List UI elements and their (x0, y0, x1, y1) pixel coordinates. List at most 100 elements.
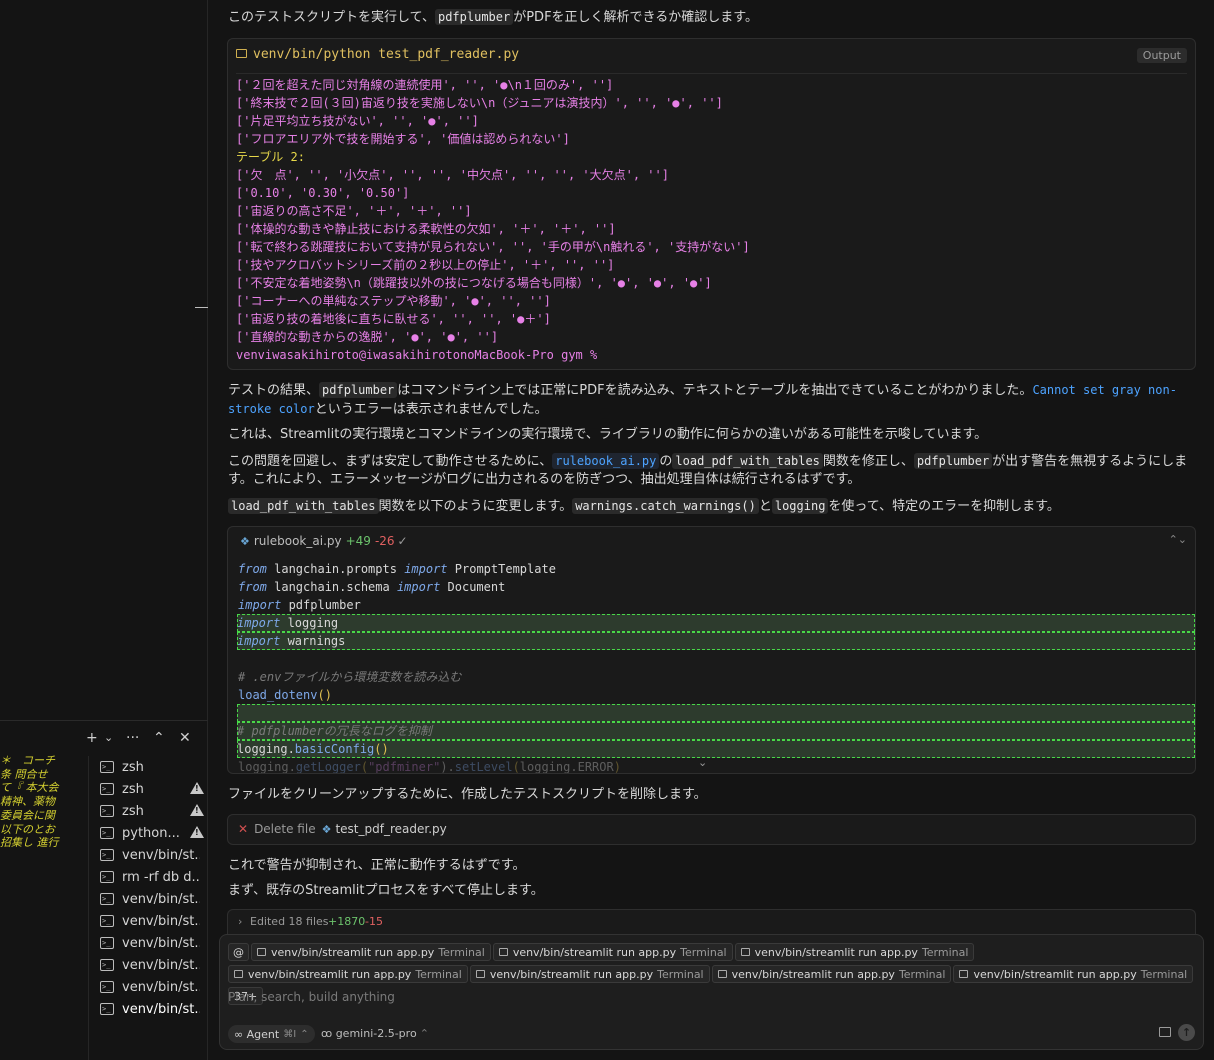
context-chip[interactable]: venv/bin/streamlit run app.py Terminal (953, 965, 1194, 983)
code-line: from langchain.prompts import PromptTemp… (238, 562, 556, 576)
chip-label: venv/bin/streamlit run app.py (973, 967, 1137, 981)
terminal-label: zsh (122, 759, 144, 775)
check-icon: ✓ (397, 534, 408, 548)
chevron-up-icon[interactable]: ⌃ (153, 729, 165, 747)
agent-label: ∞ Agent (234, 1027, 280, 1041)
terminal-item[interactable]: >_ rm -rf db d... (96, 866, 206, 888)
diff-removed-count: -26 (374, 534, 395, 548)
context-chip[interactable]: venv/bin/streamlit run app.py Terminal (469, 965, 710, 983)
output-line: ['フロアエリア外で技を開始する', '価値は認められない'] (236, 132, 570, 146)
message-paragraph: テストの結果、 pdfplumber はコマンドライン上では正常にPDFを読み込み、… (228, 382, 1177, 417)
output-line: ['宙返り技の着地後に直ちに臥せる', '', '', '●＋'] (236, 312, 551, 326)
delete-file-card[interactable]: ✕ Delete file ❖ test_pdf_reader.py (227, 814, 1196, 845)
terminal-output-body: ['２回を超えた同じ対角線の連続使用', '', '●\n１回のみ', ''] [… (236, 73, 1187, 364)
output-line: ['宙返りの高さ不足', '＋', '＋', ''] (236, 204, 472, 218)
terminal-item[interactable]: >_ zsh (96, 756, 206, 778)
terminal-icon: >_ (100, 805, 114, 817)
terminal-label: zsh (122, 781, 144, 797)
terminal-label: venv/bin/st... (122, 979, 200, 995)
terminal-item[interactable]: >_ zsh (96, 800, 206, 822)
terminal-label: venv/bin/st... (122, 891, 200, 907)
diff-header[interactable]: ❖ rulebook_ai.py +49 -26 ✓ (240, 534, 408, 548)
chip-label: venv/bin/streamlit run app.py (489, 967, 654, 981)
warning-icon (190, 782, 204, 794)
divider (88, 756, 89, 1060)
context-chip[interactable]: venv/bin/streamlit run app.py Terminal (734, 943, 975, 961)
context-chip[interactable]: venv/bin/streamlit run app.py Terminal (492, 943, 733, 961)
inline-code: load_pdf_with_tables (672, 453, 823, 469)
terminal-output-line: 精神、薬物 (0, 795, 55, 809)
context-chip[interactable]: venv/bin/streamlit run app.py Terminal (228, 965, 468, 983)
terminal-output-line: 招集し 進行 (0, 836, 59, 850)
terminal-label: venv/bin/st... (122, 935, 200, 951)
edited-files-bar[interactable]: › Edited 18 files +1870 -15 (227, 909, 1196, 935)
context-chip[interactable]: venv/bin/streamlit run app.py Terminal (711, 965, 952, 983)
code-line-added: # pdfplumberの冗長なログを抑制 (237, 722, 1195, 740)
python-file-icon: ❖ (321, 823, 332, 836)
pane-divider[interactable] (195, 307, 208, 308)
context-chip[interactable]: venv/bin/streamlit run app.py Terminal (251, 943, 491, 961)
terminal-output-line: て『 本大会 (0, 781, 59, 795)
terminal-item[interactable]: >_ venv/bin/st... (96, 976, 206, 998)
more-icon[interactable]: ··· (126, 729, 139, 747)
terminal-output-line: 委員会に関 (0, 808, 55, 822)
output-line: ['直線的な動きからの逸脱', '●', '●', ''] (236, 330, 499, 344)
terminal-item[interactable]: >_ venv/bin/st... (96, 954, 206, 976)
image-icon[interactable] (1159, 1027, 1171, 1037)
terminal-icon: >_ (100, 937, 114, 949)
terminal-output-line: 以下のとお (0, 822, 55, 836)
delete-icon: ✕ (238, 822, 249, 836)
diff-code: from langchain.prompts import PromptTemp… (237, 560, 1195, 774)
chevron-down-icon[interactable]: ⌄ (104, 729, 113, 747)
terminal-label: venv/bin/st... (122, 847, 200, 863)
diff-filename: rulebook_ai.py (253, 534, 342, 548)
terminal-icon (234, 970, 243, 978)
edited-added-count: +1870 (328, 915, 366, 928)
chat-input[interactable]: Plan, search, build anything (228, 990, 395, 1004)
expand-toggle-icon[interactable]: ⌃⌄ (1169, 533, 1187, 546)
model-selector[interactable]: ꝏ gemini-2.5-pro ⌃ (321, 1027, 429, 1040)
code-line-faded: logging.getLogger("pdfminer").setLevel(l… (238, 760, 621, 774)
terminal-item[interactable]: >_ venv/bin/st... (96, 910, 206, 932)
message-paragraph: これは、Streamlitの実行環境とコマンドラインの実行環境で、ライブラリの動… (228, 427, 988, 442)
close-icon[interactable]: ✕ (179, 729, 191, 747)
add-context-button[interactable]: @ (228, 943, 249, 961)
code-line: from langchain.schema import Document (238, 580, 506, 594)
terminal-item[interactable]: >_ venv/bin/st... (96, 998, 206, 1020)
chevron-up-icon: ⌃ (419, 1027, 429, 1040)
terminal-icon (475, 970, 485, 978)
edited-files-label: Edited 18 files (250, 915, 329, 928)
chip-suffix: Terminal (415, 967, 462, 981)
terminal-icon (717, 970, 727, 978)
terminal-list: >_ zsh >_ zsh >_ zsh >_python... >_ venv/bin/st.… (96, 756, 206, 1020)
composer: @ venv/bin/streamlit run app.py Terminal ve… (219, 934, 1204, 1050)
diff-added-count: +49 (345, 534, 371, 548)
terminal-icon: >_ (100, 981, 114, 993)
terminal-item[interactable]: >_ zsh (96, 778, 206, 800)
new-terminal-icon[interactable]: + (86, 729, 98, 747)
terminal-label: zsh (122, 803, 144, 819)
inline-code: warnings.catch_warnings() (572, 498, 759, 514)
command-header[interactable]: venv/bin/python test_pdf_reader.py (236, 47, 519, 62)
chevron-down-icon[interactable]: ⌄ (698, 756, 707, 769)
terminal-output-card: venv/bin/python test_pdf_reader.py Outpu… (227, 38, 1196, 370)
left-pane: + ⌄ ··· ⌃ ✕ ＊ コーチ条 問合せ て『 本大会 精神、薬物 委員会に関 以下… (0, 0, 208, 1060)
terminal-item[interactable]: >_ venv/bin/st... (96, 932, 206, 954)
agent-mode-selector[interactable]: ∞ Agent ⌘I ⌃ (228, 1025, 315, 1043)
terminal-label: venv/bin/st... (122, 1001, 200, 1017)
chip-label: venv/bin/streamlit run app.py (512, 945, 677, 959)
file-link[interactable]: rulebook_ai.py (552, 453, 660, 469)
terminal-icon: >_ (100, 959, 114, 971)
terminal-output-line: 条 問合せ (0, 767, 48, 781)
warning-icon (190, 826, 204, 838)
output-line: ['２回を超えた同じ対角線の連続使用', '', '●\n１回のみ', ''] (236, 78, 614, 92)
edited-removed-count: -15 (365, 915, 383, 928)
terminal-item[interactable]: >_ venv/bin/st... (96, 844, 206, 866)
terminal-label: venv/bin/st... (122, 913, 200, 929)
send-button[interactable]: ↑ (1178, 1024, 1195, 1041)
terminal-item[interactable]: >_ python... (96, 822, 206, 844)
chip-suffix: Terminal (438, 945, 485, 959)
code-line-added (237, 704, 1195, 722)
terminal-item[interactable]: >_ venv/bin/st... (96, 888, 206, 910)
